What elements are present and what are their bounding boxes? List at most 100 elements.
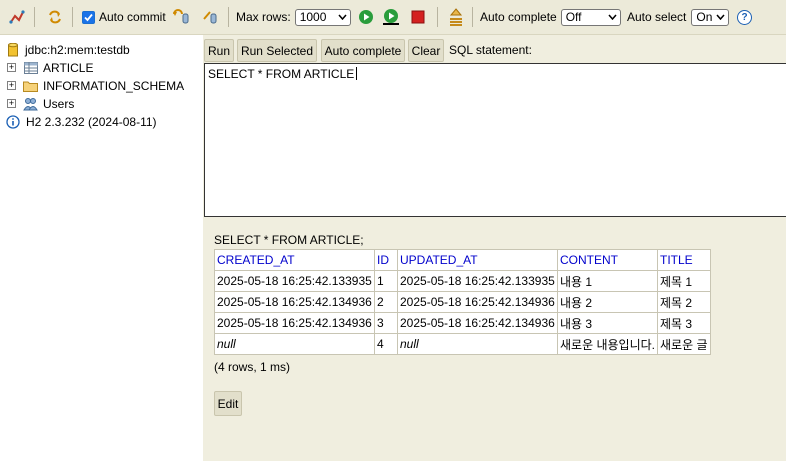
- table-row: 2025-05-18 16:25:42.134936 2 2025-05-18 …: [214, 291, 711, 313]
- auto-select-value: On: [696, 10, 713, 24]
- commit-button[interactable]: [202, 0, 220, 34]
- auto-select-control: Auto select On: [627, 0, 730, 34]
- auto-commit-checkbox[interactable]: [82, 10, 95, 24]
- help-glyph: ?: [741, 11, 748, 23]
- result-summary: (4 rows, 1 ms): [214, 360, 291, 374]
- disconnect-icon: [8, 8, 26, 26]
- cell-id: 4: [374, 333, 398, 355]
- results-panel: SELECT * FROM ARTICLE; CREATED_AT ID UPD…: [203, 223, 786, 461]
- sql-editor-text: SELECT * FROM ARTICLE: [208, 67, 355, 81]
- refresh-icon: [46, 8, 64, 26]
- max-rows-value: 1000: [299, 10, 327, 24]
- expand-icon[interactable]: +: [7, 81, 16, 90]
- cell-id: 1: [374, 270, 398, 292]
- toolbar-divider: [34, 7, 35, 27]
- table-icon: [24, 62, 38, 74]
- auto-complete-label: Auto complete: [480, 10, 557, 24]
- info-icon: [6, 115, 20, 129]
- tree-item-label: ARTICLE: [43, 61, 94, 75]
- auto-complete-control: Auto complete Off: [480, 0, 621, 34]
- auto-commit-toggle[interactable]: Auto commit: [82, 0, 166, 34]
- text-caret: [356, 67, 358, 80]
- cell-created-at: null: [214, 333, 375, 355]
- run-label: Run: [207, 43, 230, 58]
- tree-version: H2 2.3.232 (2024-08-11): [6, 113, 157, 131]
- toolbar-divider: [472, 7, 473, 27]
- auto-complete-button-label: Auto complete: [324, 43, 402, 58]
- rollback-button[interactable]: [172, 0, 190, 34]
- cell-title: 제목 2: [657, 291, 711, 313]
- column-header-updated-at[interactable]: UPDATED_AT: [397, 249, 558, 271]
- expand-icon[interactable]: +: [7, 63, 16, 72]
- cell-updated-at: 2025-05-18 16:25:42.134936: [397, 291, 558, 313]
- column-header-created-at[interactable]: CREATED_AT: [214, 249, 375, 271]
- history-button[interactable]: [447, 0, 465, 34]
- run-button-toolbar[interactable]: [357, 0, 375, 34]
- column-header-content[interactable]: CONTENT: [557, 249, 658, 271]
- table-row: 2025-05-18 16:25:42.133935 1 2025-05-18 …: [214, 270, 711, 292]
- column-header-title[interactable]: TITLE: [657, 249, 711, 271]
- cell-updated-at: 2025-05-18 16:25:42.133935: [397, 270, 558, 292]
- run-button[interactable]: Run: [204, 39, 234, 62]
- table-row: null 4 null 새로운 내용입니다. 새로운 글: [214, 333, 711, 355]
- refresh-button[interactable]: [46, 0, 64, 34]
- cell-content: 새로운 내용입니다.: [557, 333, 658, 355]
- help-button[interactable]: ?: [737, 0, 752, 34]
- cell-content: 내용 2: [557, 291, 658, 313]
- auto-select-label: Auto select: [627, 10, 687, 24]
- folder-icon: [23, 81, 38, 92]
- max-rows-select[interactable]: 1000: [294, 8, 351, 26]
- sql-statement-label: SQL statement:: [449, 43, 532, 57]
- sql-editor-content[interactable]: SELECT * FROM ARTICLE: [208, 67, 358, 81]
- tree-item-label: INFORMATION_SCHEMA: [43, 79, 185, 93]
- clear-label: Clear: [411, 43, 441, 58]
- sql-editor[interactable]: SELECT * FROM ARTICLE: [204, 63, 786, 217]
- toolbar-divider: [228, 7, 229, 27]
- cell-created-at: 2025-05-18 16:25:42.134936: [214, 291, 375, 313]
- tree-connection[interactable]: jdbc:h2:mem:testdb: [8, 41, 130, 59]
- expand-icon[interactable]: +: [7, 99, 16, 108]
- cell-content: 내용 3: [557, 312, 658, 334]
- auto-complete-button[interactable]: Auto complete: [321, 39, 405, 62]
- history-icon: [447, 8, 465, 26]
- auto-complete-select[interactable]: Off: [560, 8, 621, 26]
- run-selected-button[interactable]: Run Selected: [237, 39, 317, 62]
- table-row: 2025-05-18 16:25:42.134936 3 2025-05-18 …: [214, 312, 711, 334]
- edit-button[interactable]: Edit: [214, 391, 242, 416]
- tree-item-label: Users: [43, 97, 75, 111]
- connection-label: jdbc:h2:mem:testdb: [25, 43, 130, 57]
- toolbar-divider: [72, 7, 73, 27]
- max-rows-control: Max rows: 1000: [236, 0, 351, 34]
- run-selected-label: Run Selected: [240, 43, 314, 58]
- result-table: CREATED_AT ID UPDATED_AT CONTENT TITLE 2…: [214, 249, 711, 355]
- run-icon: [357, 8, 375, 26]
- result-query: SELECT * FROM ARTICLE;: [214, 233, 364, 247]
- cell-updated-at: 2025-05-18 16:25:42.134936: [397, 312, 558, 334]
- toolbar: Auto commit Max rows: 1000 Auto complete…: [0, 0, 786, 35]
- stop-button[interactable]: [409, 0, 427, 34]
- table-header-row: CREATED_AT ID UPDATED_AT CONTENT TITLE: [214, 249, 711, 271]
- chevron-down-icon: [608, 14, 617, 20]
- commit-icon: [202, 8, 220, 26]
- auto-commit-label: Auto commit: [99, 10, 166, 24]
- help-icon: ?: [737, 9, 752, 25]
- chevron-down-icon: [338, 14, 347, 20]
- disconnect-button[interactable]: [8, 0, 26, 34]
- database-icon: [8, 43, 18, 57]
- chevron-down-icon: [716, 14, 725, 20]
- cell-id: 3: [374, 312, 398, 334]
- cell-title: 새로운 글: [657, 333, 711, 355]
- run-selected-button-toolbar[interactable]: [382, 0, 400, 34]
- cell-title: 제목 3: [657, 312, 711, 334]
- cell-created-at: 2025-05-18 16:25:42.134936: [214, 312, 375, 334]
- rollback-icon: [172, 8, 190, 26]
- stop-icon: [409, 8, 427, 26]
- clear-button[interactable]: Clear: [408, 39, 444, 62]
- users-icon: [23, 98, 38, 111]
- run-selected-icon: [382, 8, 400, 26]
- version-label: H2 2.3.232 (2024-08-11): [26, 115, 157, 129]
- max-rows-label: Max rows:: [236, 10, 291, 24]
- auto-select-select[interactable]: On: [691, 8, 730, 26]
- column-header-id[interactable]: ID: [374, 249, 398, 271]
- cell-title: 제목 1: [657, 270, 711, 292]
